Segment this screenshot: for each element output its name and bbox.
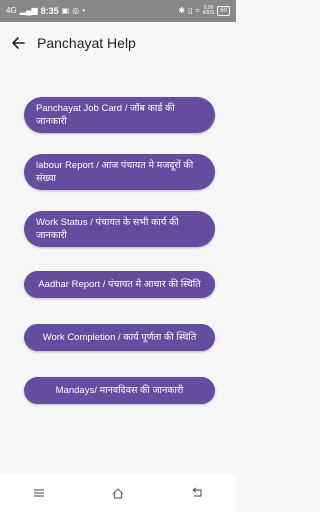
job-card-label: Panchayat Job Card / जॉब कार्ड की जानकार… [36, 103, 175, 127]
work-status-button[interactable]: Work Status / पंचायत के सभी कार्य की जान… [24, 211, 215, 247]
vibrate-icon: ▯ [188, 6, 193, 15]
whatsapp-icon: ◎ [72, 6, 80, 15]
work-completion-button[interactable]: Work Completion / कार्य पूर्णता की स्थित… [24, 324, 215, 351]
battery-indicator: 60 [217, 6, 230, 16]
status-bar: 4G ▂▄▆ 8:35 ▣ ◎ • ✱ ▯ ≈ 0.00 KB/S 60 [0, 0, 236, 22]
job-card-button[interactable]: Panchayat Job Card / जॉब कार्ड की जानकार… [24, 97, 215, 133]
work-status-label: Work Status / पंचायत के सभी कार्य की जान… [36, 217, 179, 241]
app-bar: Panchayat Help [0, 22, 236, 64]
labour-report-button[interactable]: labour Report / आज पंचायत मे मजदूरों की … [24, 154, 215, 190]
status-time: 8:35 [40, 6, 59, 16]
signal-icon: ▂▄▆ [19, 6, 38, 15]
screenshot-icon: ▣ [61, 6, 70, 15]
wifi-icon: ≈ [195, 6, 200, 15]
page-title: Panchayat Help [37, 35, 136, 51]
back-arrow-icon[interactable] [11, 36, 25, 50]
work-completion-label: Work Completion / कार्य पूर्णता की स्थित… [42, 332, 197, 343]
mandays-button[interactable]: Mandays/ मानवदिवस की जानकारी [24, 377, 215, 404]
mandays-label: Mandays/ मानवदिवस की जानकारी [55, 385, 184, 396]
labour-report-label: labour Report / आज पंचायत मे मजदूरों की … [36, 160, 194, 184]
net-speed-unit: KB/S [202, 10, 215, 16]
bluetooth-icon: ✱ [178, 6, 186, 15]
menu-icon[interactable] [32, 486, 46, 500]
notification-dot-icon: • [82, 6, 86, 15]
back-icon[interactable] [190, 486, 204, 500]
aadhar-report-label: Aadhar Report / पंचायत मे आधार की स्थिति [38, 279, 201, 290]
aadhar-report-button[interactable]: Aadhar Report / पंचायत मे आधार की स्थिति [24, 271, 215, 298]
home-icon[interactable] [111, 486, 125, 500]
net-speed: 0.00 KB/S [203, 6, 214, 16]
system-nav-bar [0, 474, 236, 512]
network-indicator: 4G [6, 6, 17, 15]
